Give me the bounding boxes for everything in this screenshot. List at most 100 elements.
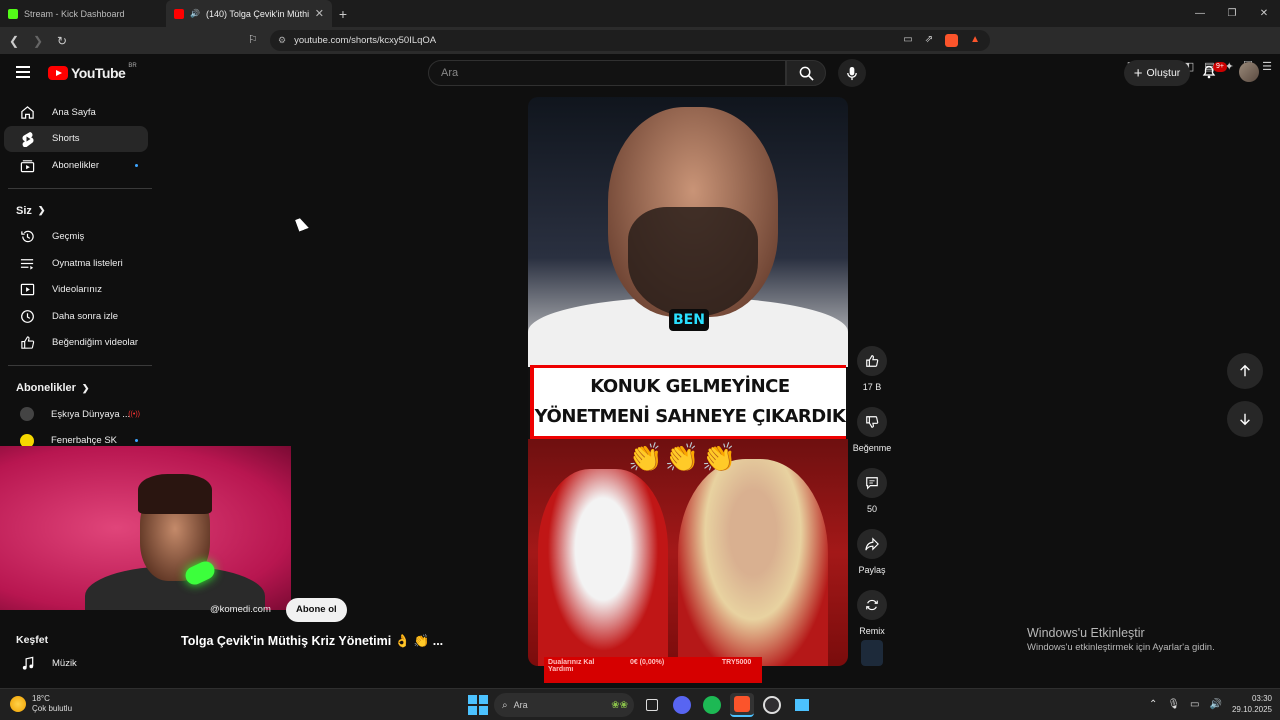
comment-count: 50 (866, 504, 877, 514)
santa-figure (538, 469, 668, 666)
chevron-up-icon[interactable]: ⌃ (1149, 699, 1157, 710)
short-video-player[interactable]: BEN KONUK GELMEYİNCE YÖNETMENİ SAHNEYE Ç… (528, 97, 848, 666)
discord-icon[interactable] (670, 693, 694, 717)
spotify-icon[interactable] (700, 693, 724, 717)
windows-taskbar: 18°C Çok bulutlu ⌕ Ara ❀❀ ⌃ 🎙 ▭ 🔊 03:30 … (0, 688, 1280, 720)
streamer-hair (138, 474, 212, 514)
tab-title: (140) Tolga Çevik'in Müthiş K (205, 8, 309, 19)
search-button[interactable] (786, 60, 826, 86)
create-button[interactable]: + Oluştur (1124, 60, 1190, 86)
home-icon (20, 105, 35, 120)
forward-icon[interactable]: ❯ (28, 34, 48, 48)
playlists-icon (20, 256, 35, 271)
sidebar: Ana Sayfa Shorts Abonelikler Siz ❯ Geçmi… (0, 94, 160, 454)
share-page-icon[interactable]: ⇗ (925, 34, 933, 47)
channel-handle[interactable]: @komedi.com (210, 604, 271, 615)
subscribe-button[interactable]: Abone ol (286, 598, 347, 622)
search-icon: ⌕ (502, 699, 508, 711)
share-button[interactable]: Paylaş (852, 529, 892, 575)
sidebar-item-home[interactable]: Ana Sayfa (4, 99, 148, 126)
close-window-icon[interactable]: ✕ (1248, 0, 1280, 27)
create-label: Oluştur (1146, 67, 1181, 79)
task-view-icon[interactable] (640, 693, 664, 717)
dislike-label: Beğenme (852, 443, 892, 453)
obs-icon[interactable] (760, 693, 784, 717)
dislike-button[interactable]: Beğenme (852, 407, 892, 453)
watermark-subtitle: Windows'u etkinleştirmek için Ayarlar'a … (1027, 642, 1215, 653)
sidebar-item-watch-later[interactable]: Daha sonra izle (4, 303, 148, 330)
tab-youtube-short[interactable]: 🔊 (140) Tolga Çevik'in Müthiş K ✕ (166, 0, 332, 27)
youtube-logo[interactable]: YouTube BR (48, 63, 137, 81)
brave-browser-icon[interactable] (730, 693, 754, 717)
arrow-down-icon (1240, 413, 1250, 426)
bookmark-icon[interactable]: ⚐ (248, 33, 258, 46)
back-icon[interactable]: ❮ (4, 34, 24, 48)
microphone-icon (847, 66, 857, 80)
close-tab-icon[interactable]: ✕ (315, 7, 324, 20)
sidebar-channel-eskiya[interactable]: Eşkıya Dünyaya ... ((•)) (4, 401, 148, 428)
clock[interactable]: 03:30 29.10.2025 (1232, 693, 1272, 715)
sidebar-item-history[interactable]: Geçmiş (4, 224, 148, 251)
plus-icon: + (1133, 64, 1143, 82)
tab-kick-dashboard[interactable]: Stream - Kick Dashboard (0, 0, 166, 27)
url-field[interactable]: ⚙ youtube.com/shorts/kcxy50ILqOA ▭ ⇗ ▲ (270, 30, 990, 51)
weather-widget[interactable]: 18°C Çok bulutlu (10, 694, 72, 714)
sidebar-item-label: Geçmiş (52, 231, 85, 243)
microphone-icon[interactable]: 🎙 (1167, 699, 1180, 710)
sidebar-item-playlists[interactable]: Oynatma listeleri (4, 250, 148, 277)
watch-later-icon (20, 309, 35, 324)
sidebar-section-you[interactable]: Siz ❯ (0, 198, 160, 224)
remix-button[interactable]: Remix (852, 590, 892, 636)
search-icon (799, 66, 814, 81)
comments-button[interactable]: 50 (852, 468, 892, 514)
donation-text: Dualarınız Kal (548, 659, 595, 666)
youtube-favicon-icon (174, 8, 184, 19)
comment-icon (866, 477, 878, 490)
blonde-figure (678, 459, 828, 666)
restore-icon[interactable]: ❐ (1216, 0, 1248, 27)
start-button[interactable] (468, 695, 488, 715)
sidebar-item-label: Ana Sayfa (52, 106, 96, 118)
clock-date: 29.10.2025 (1231, 705, 1272, 714)
section-heading: Abonelikler (16, 382, 76, 394)
sound-thumbnail[interactable] (861, 640, 883, 666)
thumbs-down-icon (866, 416, 879, 428)
sidebar-item-your-videos[interactable]: Videolarınız (4, 277, 148, 304)
sidebar-item-subscriptions[interactable]: Abonelikler (4, 152, 148, 179)
cast-icon[interactable]: ▭ (903, 34, 912, 47)
overlay-word: BEN (669, 309, 709, 331)
brave-rewards-icon[interactable]: ▲ (970, 34, 980, 47)
minimize-icon[interactable]: — (1184, 0, 1216, 27)
site-info-icon[interactable]: ⚙ (278, 35, 286, 46)
system-tray: ⌃ 🎙 ▭ 🔊 03:30 29.10.2025 (1149, 693, 1272, 715)
previous-short-button[interactable] (1227, 353, 1263, 389)
volume-icon[interactable]: 🔊 (1210, 699, 1222, 710)
avatar[interactable] (1239, 62, 1259, 82)
sidebar-item-liked-videos[interactable]: Beğendiğim videolar (4, 330, 148, 357)
new-tab-button[interactable]: + (332, 6, 354, 22)
video-caption-box: KONUK GELMEYİNCE YÖNETMENİ SAHNEYE ÇIKAR… (530, 365, 846, 439)
guide-menu-icon[interactable] (16, 66, 30, 81)
shorts-icon (20, 131, 35, 147)
brave-shield-icon[interactable] (945, 34, 959, 47)
clock-time: 03:30 (1251, 694, 1272, 703)
chevron-right-icon: ❯ (37, 205, 46, 215)
voice-search-button[interactable] (838, 59, 866, 87)
watermark-title: Windows'u Etkinleştir (1027, 626, 1145, 640)
network-icon[interactable]: ▭ (1190, 699, 1199, 710)
sidebar-item-music[interactable]: Müzik (4, 650, 148, 677)
speaker-icon[interactable]: 🔊 (190, 9, 200, 18)
sidebar-item-shorts[interactable]: Shorts (4, 125, 148, 152)
search-input[interactable]: Ara (428, 60, 786, 86)
like-button[interactable]: 17 B (852, 346, 892, 392)
app-window-icon[interactable] (790, 693, 814, 717)
video-title[interactable]: Tolga Çevik'in Müthiş Kriz Yönetimi 👌 👏 … (181, 634, 443, 649)
video-frame-top: BEN (528, 97, 848, 367)
temperature: 18°C (32, 694, 50, 703)
next-short-button[interactable] (1227, 401, 1263, 437)
windows-activation-watermark: Windows'u Etkinleştir Windows'u etkinleş… (1027, 626, 1215, 653)
taskbar-search[interactable]: ⌕ Ara ❀❀ (494, 693, 634, 717)
new-content-dot (135, 163, 138, 167)
reload-icon[interactable]: ↻ (52, 34, 72, 48)
sidebar-section-subscriptions[interactable]: Abonelikler ❯ (0, 375, 160, 401)
